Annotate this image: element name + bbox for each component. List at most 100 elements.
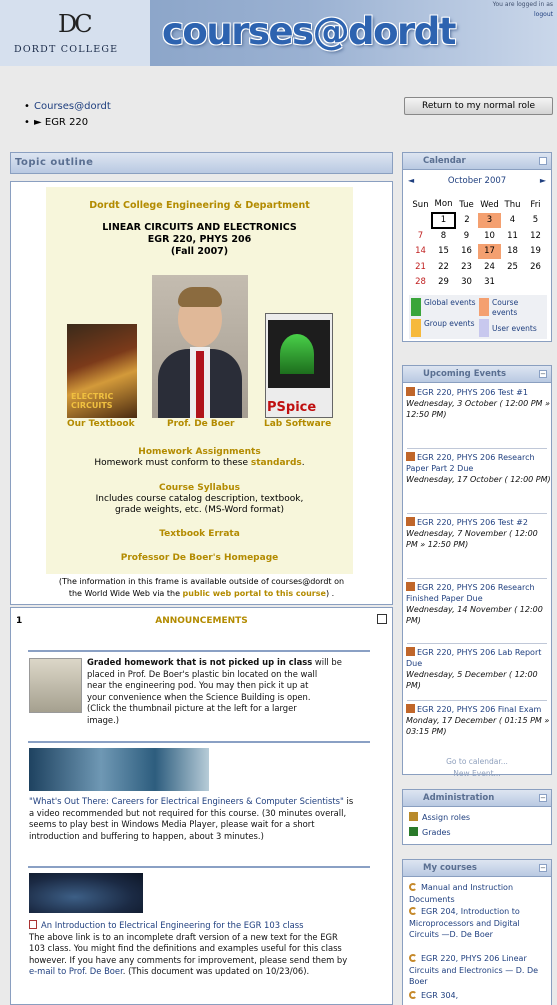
calendar-day-event[interactable]: 17 <box>478 243 501 259</box>
calendar-next-icon[interactable]: ► <box>540 176 546 185</box>
video-line: a video recommended but not required for… <box>29 807 347 818</box>
event-link[interactable]: EGR 220, PHYS 206 Research Finished Pape… <box>406 583 535 603</box>
email-prof-link[interactable]: e-mail to Prof. De Boer <box>29 966 123 976</box>
logout-link[interactable]: logout <box>534 11 553 18</box>
professor-link[interactable]: Prof. De Boer <box>167 419 235 429</box>
my-courses-collapse-icon[interactable]: − <box>539 864 547 872</box>
site-title[interactable]: courses@dordt <box>162 10 456 53</box>
grades-icon <box>409 827 418 836</box>
homepage-link[interactable]: Professor De Boer's Homepage <box>46 553 353 563</box>
my-courses-title: My courses <box>423 863 477 873</box>
course-icon <box>409 954 417 962</box>
announcements-title[interactable]: ANNOUNCEMENTS <box>11 616 392 626</box>
calendar-month[interactable]: October 2007 <box>403 176 551 186</box>
frame-title[interactable]: Dordt College Engineering & Department <box>46 200 353 211</box>
topic-outline-title: Topic outline <box>15 157 94 168</box>
event-date[interactable]: Wednesday, 14 November <box>406 605 512 614</box>
divider <box>407 700 547 701</box>
event-date[interactable]: Monday, 17 December <box>406 716 496 725</box>
course-events-icon[interactable] <box>479 298 489 316</box>
section-0: Dordt College Engineering & Department L… <box>10 181 393 605</box>
course-link[interactable]: EGR 220, PHYS 206 Linear Circuits and El… <box>409 954 538 986</box>
syllabus-link[interactable]: Course Syllabus <box>46 483 353 493</box>
homework-line: your convenience when the Science Buildi… <box>87 691 311 702</box>
textbook-image[interactable]: ELECTRIC CIRCUITS <box>67 324 137 418</box>
event-date[interactable]: Wednesday, 7 November <box>406 529 507 538</box>
breadcrumb-item-course: ► EGR 220 <box>24 115 111 131</box>
homework-text: Homework must conform to these standards… <box>94 458 305 468</box>
careers-video-link[interactable]: "What's Out There: Careers for Electrica… <box>29 796 344 806</box>
divider <box>407 448 547 449</box>
course-item[interactable]: EGR 220, PHYS 206 Linear Circuits and El… <box>409 953 549 988</box>
homework-line: image.) <box>87 714 120 725</box>
course-link[interactable]: Manual and Instruction Documents <box>409 883 513 904</box>
divider <box>28 650 370 652</box>
calendar-day: 25 <box>507 261 518 272</box>
calendar-day: 31 <box>484 277 495 288</box>
event-item: EGR 220, PHYS 206 Final Exam Monday, 17 … <box>403 704 551 752</box>
admin-item-assign-roles[interactable]: Assign roles <box>409 812 470 822</box>
calendar-collapse-icon[interactable] <box>539 157 547 165</box>
calendar-day-today[interactable]: 1 <box>431 211 456 229</box>
goto-calendar-link[interactable]: Go to calendar... <box>446 757 508 766</box>
breadcrumb-item-home[interactable]: Courses@dordt <box>24 99 111 115</box>
new-event-link[interactable]: New Event... <box>453 769 500 778</box>
topic-outline-header: Topic outline <box>10 152 393 174</box>
pspice-image[interactable]: PSpice <box>265 313 333 418</box>
day-header: Thu <box>504 199 521 210</box>
legend-course[interactable]: Course events <box>492 298 542 318</box>
event-date[interactable]: Wednesday, 17 October <box>406 475 502 484</box>
grades-link[interactable]: Grades <box>422 828 451 837</box>
lab-software-link[interactable]: Lab Software <box>264 419 331 429</box>
event-date[interactable]: Wednesday, 5 December <box>406 670 506 679</box>
legend-global[interactable]: Global events <box>424 298 476 308</box>
event-link[interactable]: EGR 220, PHYS 206 Research Paper Part 2 … <box>406 453 535 473</box>
night-map-image[interactable] <box>29 873 143 913</box>
user-events-icon[interactable] <box>479 319 489 337</box>
intro-ee-link[interactable]: An Introduction to Electrical Engineerin… <box>41 920 304 930</box>
homework-link[interactable]: Homework Assignments <box>46 447 353 457</box>
public-portal-link[interactable]: public web portal to this course <box>183 589 326 598</box>
errata-link[interactable]: Textbook Errata <box>46 529 353 539</box>
careers-video-thumbnail[interactable] <box>29 748 209 791</box>
legend-user[interactable]: User events <box>492 324 547 334</box>
homework-bin-thumbnail[interactable] <box>29 658 82 713</box>
calendar-day: 12 <box>530 230 541 241</box>
event-link[interactable]: EGR 220, PHYS 206 Final Exam <box>417 705 541 714</box>
professor-photo[interactable] <box>152 275 248 418</box>
event-date[interactable]: Wednesday, 3 October <box>406 399 497 408</box>
breadcrumb: Courses@dordt ► EGR 220 <box>24 99 111 131</box>
event-link[interactable]: EGR 220, PHYS 206 Test #1 <box>417 388 528 397</box>
calendar-header: Calendar <box>403 153 551 170</box>
section-1: 1 ANNOUNCEMENTS Graded homework that is … <box>10 607 393 1005</box>
course-link[interactable]: EGR 204, Introduction to Microprocessors… <box>409 907 520 939</box>
return-to-normal-role-button[interactable]: Return to my normal role <box>404 97 553 115</box>
admin-item-grades[interactable]: Grades <box>409 827 451 837</box>
event-item: EGR 220, PHYS 206 Research Finished Pape… <box>403 582 551 640</box>
frame-note-line-1: (The information in this frame is availa… <box>58 577 345 586</box>
course-item[interactable]: EGR 204, Introduction to Microprocessors… <box>409 906 549 941</box>
college-logo[interactable]: DC DORDT COLLEGE <box>0 0 150 66</box>
course-line-2: EGR 220, PHYS 206 <box>147 234 252 245</box>
standards-link[interactable]: standards <box>251 458 302 468</box>
event-link[interactable]: EGR 220, PHYS 206 Test #2 <box>417 518 528 527</box>
administration-collapse-icon[interactable]: − <box>539 794 547 802</box>
frame-note-post: ) . <box>325 589 335 598</box>
assign-roles-link[interactable]: Assign roles <box>422 813 470 822</box>
highlight-toggle-icon[interactable] <box>377 614 387 624</box>
event-link[interactable]: EGR 220, PHYS 206 Lab Report Due <box>406 648 541 668</box>
upcoming-collapse-icon[interactable]: − <box>539 370 547 378</box>
breadcrumb-link-home[interactable]: Courses@dordt <box>34 101 111 112</box>
course-item[interactable]: Manual and Instruction Documents <box>409 882 549 905</box>
course-item[interactable]: EGR 304, <box>409 990 549 1002</box>
legend-group[interactable]: Group events <box>424 319 476 329</box>
frame-note-pre: the World Wide Web via the <box>68 589 180 598</box>
calendar-day-event[interactable]: 3 <box>478 212 501 228</box>
global-events-icon[interactable] <box>411 298 421 316</box>
textbook-link[interactable]: Our Textbook <box>67 419 135 429</box>
event-item: EGR 220, PHYS 206 Test #1 Wednesday, 3 O… <box>403 387 551 445</box>
group-events-icon[interactable] <box>411 319 421 337</box>
calendar-day: 30 <box>461 277 472 288</box>
roles-icon <box>409 812 418 821</box>
course-link[interactable]: EGR 304, <box>421 991 458 1000</box>
